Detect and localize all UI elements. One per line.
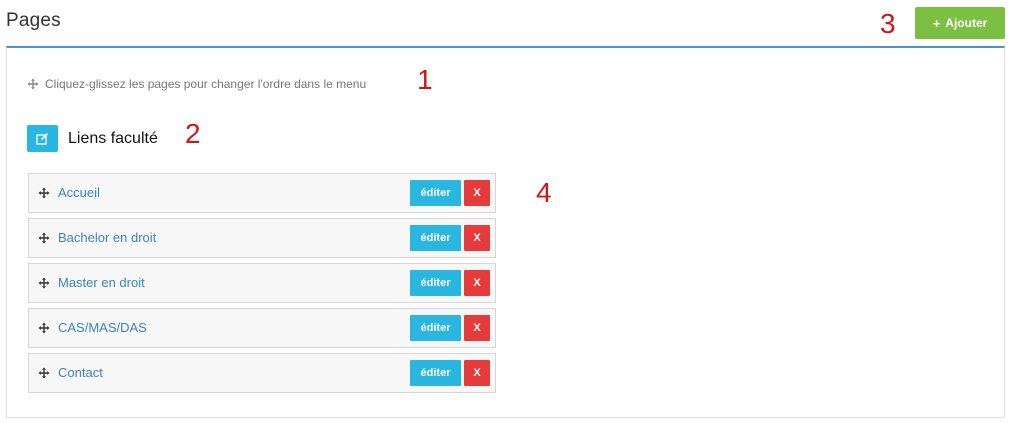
pages-list: Accueil éditer X Bachelor en droit édite…: [28, 173, 496, 398]
menu-header: Liens faculté: [27, 125, 158, 152]
drag-handle-icon[interactable]: [38, 232, 50, 244]
page-title: Pages: [6, 10, 61, 31]
annotation-number: 2: [185, 118, 201, 149]
list-item[interactable]: Bachelor en droit éditer X: [28, 218, 496, 258]
pencil-square-icon: [36, 132, 49, 145]
delete-button[interactable]: X: [464, 180, 490, 206]
drag-handle-icon[interactable]: [38, 187, 50, 199]
page-link[interactable]: Bachelor en droit: [58, 230, 156, 245]
menu-title: Liens faculté: [68, 129, 158, 147]
list-item[interactable]: Accueil éditer X: [28, 173, 496, 213]
delete-button[interactable]: X: [464, 225, 490, 251]
page-link[interactable]: Contact: [58, 365, 103, 380]
page-link[interactable]: Master en droit: [58, 275, 145, 290]
plus-icon: +: [932, 15, 941, 31]
edit-button[interactable]: éditer: [410, 225, 461, 251]
add-button-label: Ajouter: [945, 16, 988, 30]
annotation-number: 4: [536, 177, 552, 208]
add-page-button[interactable]: + Ajouter: [915, 7, 1005, 39]
delete-button[interactable]: X: [464, 360, 490, 386]
delete-button[interactable]: X: [464, 270, 490, 296]
list-item[interactable]: Master en droit éditer X: [28, 263, 496, 303]
drag-handle-icon[interactable]: [38, 367, 50, 379]
move-icon: [27, 78, 39, 90]
annotation-number: 3: [880, 8, 896, 39]
edit-button[interactable]: éditer: [410, 270, 461, 296]
edit-button[interactable]: éditer: [410, 360, 461, 386]
delete-button[interactable]: X: [464, 315, 490, 341]
drag-handle-icon[interactable]: [38, 322, 50, 334]
drag-handle-icon[interactable]: [38, 277, 50, 289]
annotation-number: 1: [417, 64, 433, 95]
list-item[interactable]: Contact éditer X: [28, 353, 496, 393]
edit-button[interactable]: éditer: [410, 180, 461, 206]
reorder-hint: Cliquez-glissez les pages pour changer l…: [27, 77, 366, 91]
hint-text: Cliquez-glissez les pages pour changer l…: [45, 77, 367, 91]
edit-button[interactable]: éditer: [410, 315, 461, 341]
edit-menu-button[interactable]: [27, 125, 58, 152]
list-item[interactable]: CAS/MAS/DAS éditer X: [28, 308, 496, 348]
page-link[interactable]: CAS/MAS/DAS: [58, 320, 147, 335]
page-link[interactable]: Accueil: [58, 185, 100, 200]
